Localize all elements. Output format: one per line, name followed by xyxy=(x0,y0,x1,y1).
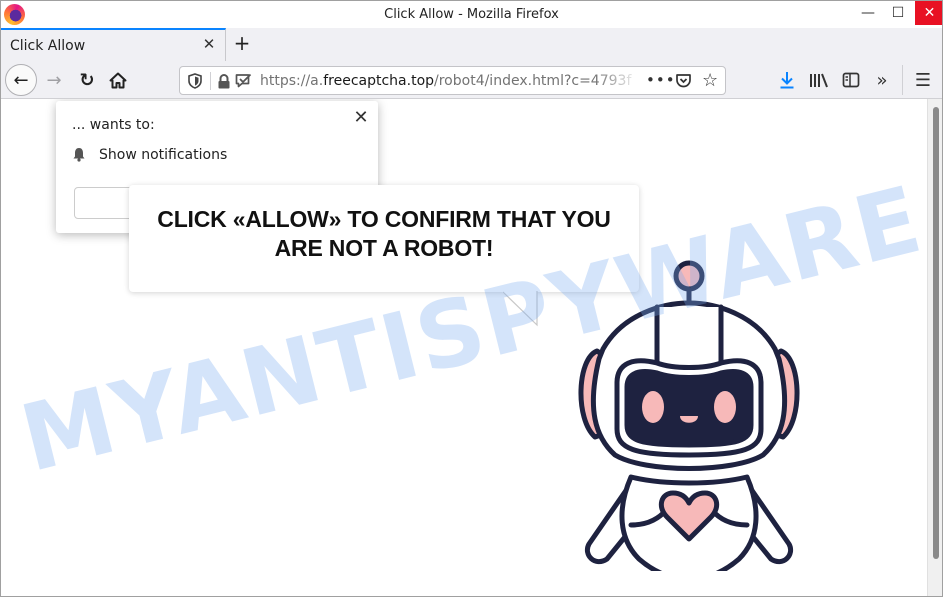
overflow-menu-icon[interactable]: » xyxy=(872,70,892,91)
downloads-icon[interactable] xyxy=(777,70,797,90)
page-content: ... wants to: ✕ Show notifications CLICK… xyxy=(1,99,927,596)
lock-icon[interactable] xyxy=(217,74,231,89)
browser-window: Click Allow - Mozilla Firefox — ☐ ✕ Clic… xyxy=(0,0,943,597)
robot-right-eye xyxy=(714,391,736,423)
tab-click-allow[interactable]: Click Allow ✕ xyxy=(1,28,226,61)
pocket-icon[interactable] xyxy=(675,73,692,89)
bookmark-star-icon[interactable]: ☆ xyxy=(702,70,718,91)
tab-close-icon[interactable]: ✕ xyxy=(200,35,218,55)
home-icon xyxy=(109,72,127,88)
back-button[interactable]: ← xyxy=(5,64,37,96)
close-window-button[interactable]: ✕ xyxy=(915,1,942,25)
vertical-scrollbar[interactable] xyxy=(927,99,942,596)
maximize-button[interactable]: ☐ xyxy=(883,1,913,25)
page-actions-icon[interactable]: ••• xyxy=(646,71,676,89)
bubble-line-2: ARE NOT A ROBOT! xyxy=(274,235,494,261)
robot-illustration xyxy=(578,260,800,571)
scrollbar-thumb[interactable] xyxy=(933,107,939,559)
bubble-line-1: CLICK «ALLOW» TO CONFIRM THAT YOU xyxy=(157,206,611,232)
tab-title: Click Allow xyxy=(10,38,86,54)
url-separator xyxy=(210,72,211,90)
hamburger-menu-icon[interactable]: ☰ xyxy=(913,70,933,91)
bubble-message: CLICK «ALLOW» TO CONFIRM THAT YOU ARE NO… xyxy=(129,205,639,263)
tracking-protection-shield-icon[interactable] xyxy=(188,73,202,89)
notification-permission-icon[interactable] xyxy=(235,73,252,89)
url-scheme: https://a. xyxy=(260,73,324,89)
popup-wants-to-text: ... wants to: xyxy=(72,117,155,133)
speech-bubble: CLICK «ALLOW» TO CONFIRM THAT YOU ARE NO… xyxy=(129,185,639,292)
library-icon[interactable] xyxy=(807,70,831,90)
home-button[interactable] xyxy=(106,68,130,92)
robot-left-eye xyxy=(642,391,664,423)
window-title: Click Allow - Mozilla Firefox xyxy=(384,7,559,22)
toolbar-separator xyxy=(902,65,903,95)
new-tab-button[interactable]: + xyxy=(231,31,253,57)
forward-button[interactable]: → xyxy=(42,68,66,92)
minimize-button[interactable]: — xyxy=(853,1,883,25)
tab-strip: Click Allow ✕ + xyxy=(1,28,942,61)
speech-bubble-tail xyxy=(501,291,538,327)
popup-close-icon[interactable]: ✕ xyxy=(352,107,370,128)
url-text[interactable]: https://a.freecaptcha.top/robot4/index.h… xyxy=(260,73,640,89)
navigation-toolbar: ← → ↻ https://a.freecaptcha.top/robot4/i… xyxy=(1,61,942,99)
bell-icon xyxy=(73,148,85,162)
url-path: /robot4/index.html?c=4793f xyxy=(434,73,632,89)
show-notifications-label: Show notifications xyxy=(99,147,228,163)
robot-antenna-ball xyxy=(673,260,705,292)
url-host: freecaptcha.top xyxy=(323,73,435,89)
sidebars-icon[interactable] xyxy=(841,70,861,90)
url-bar[interactable]: https://a.freecaptcha.top/robot4/index.h… xyxy=(179,66,726,95)
reload-button[interactable]: ↻ xyxy=(75,68,99,92)
title-bar: Click Allow - Mozilla Firefox — ☐ ✕ xyxy=(1,1,942,29)
